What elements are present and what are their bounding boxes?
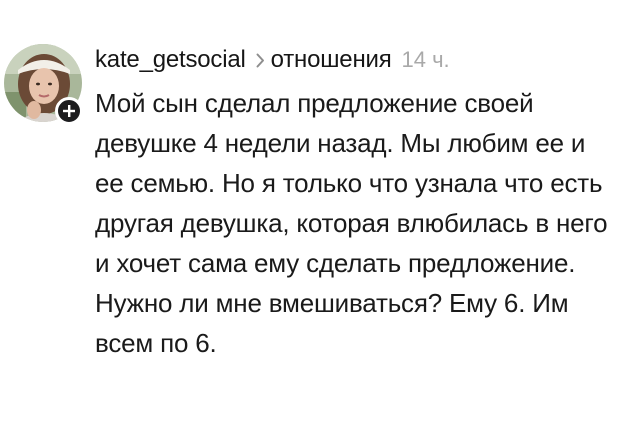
post-text: Мой сын сделал предложение своей девушке… (95, 88, 608, 358)
plus-icon (63, 105, 75, 117)
post: kate_getsocial отношения 14 ч. Мой сын с… (0, 0, 640, 424)
post-header: kate_getsocial отношения 14 ч. (95, 40, 450, 80)
avatar-container[interactable] (4, 44, 83, 125)
post-timestamp: 14 ч. (401, 47, 450, 72)
follow-button[interactable] (55, 97, 83, 125)
username-link[interactable]: kate_getsocial (95, 46, 246, 74)
chevron-right-icon (256, 53, 265, 68)
topic-link[interactable]: отношения (271, 46, 392, 74)
